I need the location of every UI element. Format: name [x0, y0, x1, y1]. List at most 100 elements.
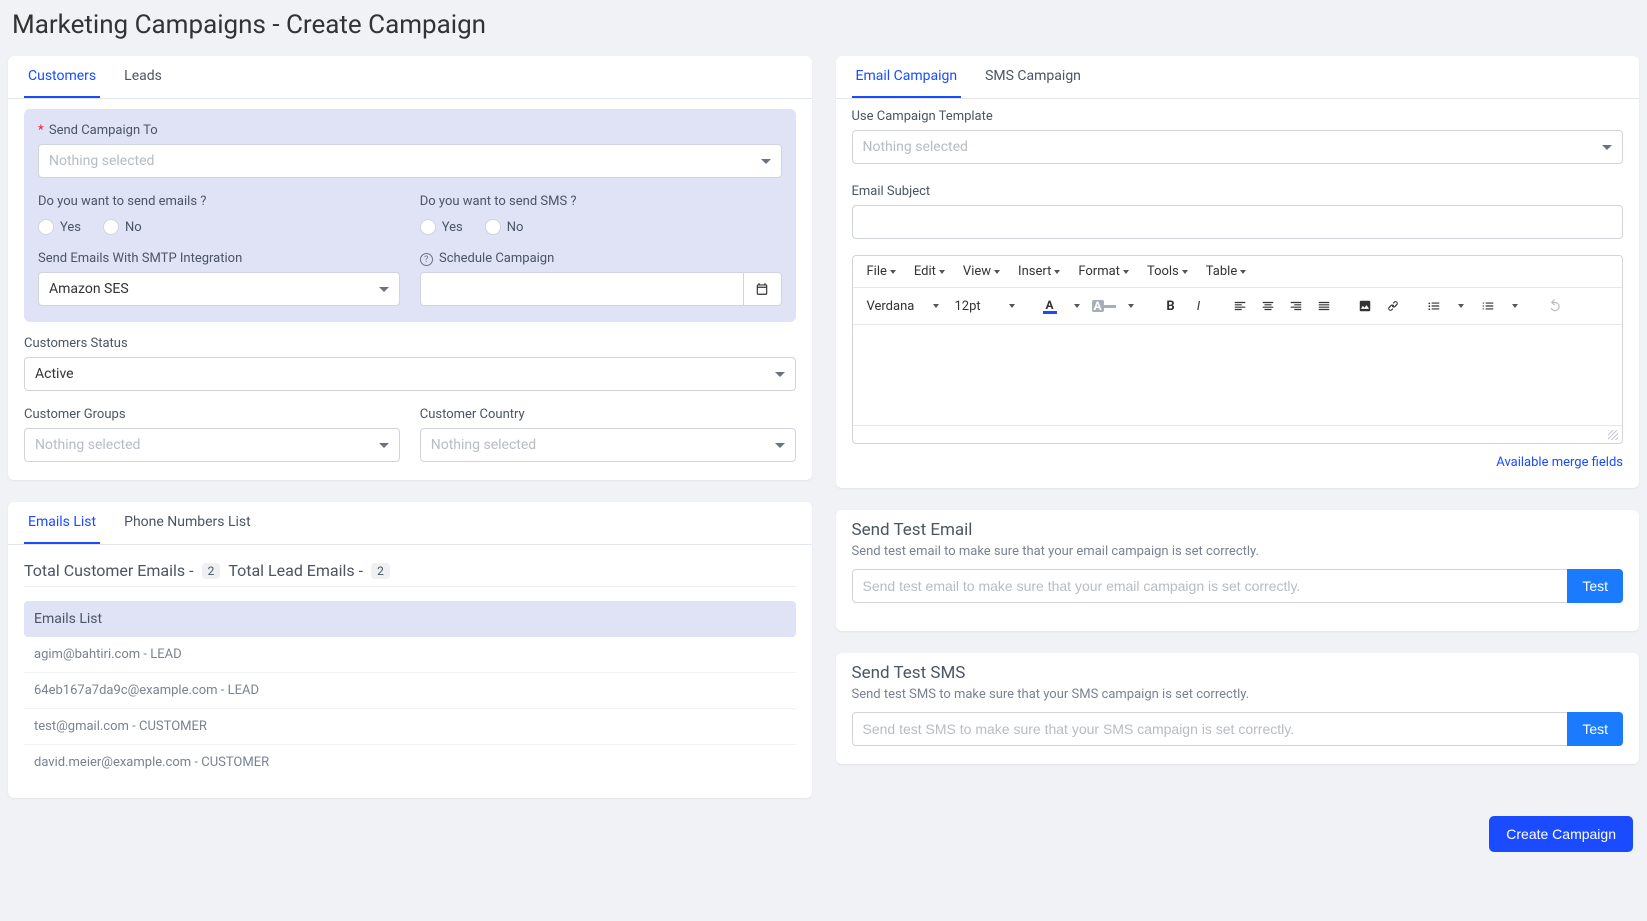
bullet-list-button[interactable]: [1422, 294, 1446, 318]
editor-menu-format-label: Format: [1078, 264, 1120, 279]
chevron-down-icon: [1074, 304, 1080, 308]
send-campaign-to-select[interactable]: Nothing selected: [38, 144, 782, 178]
font-family-select[interactable]: Verdana: [861, 297, 945, 316]
editor-menu-file[interactable]: File: [859, 260, 904, 283]
chevron-down-icon: [1512, 304, 1518, 308]
schedule-label: ? Schedule Campaign: [420, 251, 782, 266]
bullet-list-dropdown[interactable]: [1448, 294, 1472, 318]
editor-menu-insert-label: Insert: [1018, 264, 1051, 279]
send-test-email-button[interactable]: Test: [1567, 569, 1623, 603]
schedule-input[interactable]: [420, 272, 744, 306]
chevron-down-icon: [939, 270, 945, 274]
list-item-tag: LEAD: [150, 647, 181, 662]
total-lead-emails-count: 2: [371, 563, 390, 579]
editor-menu-file-label: File: [867, 264, 887, 279]
email-subject-input[interactable]: [852, 205, 1624, 239]
font-size-select[interactable]: 12pt: [949, 297, 1021, 316]
list-item: 64eb167a7da9c@example.com - LEAD: [24, 673, 796, 709]
chevron-down-icon: [1123, 270, 1129, 274]
align-center-button[interactable]: [1256, 294, 1280, 318]
radio-send-sms-yes[interactable]: Yes: [420, 219, 463, 235]
tab-emails-list[interactable]: Emails List: [24, 502, 100, 544]
customer-groups-select[interactable]: Nothing selected: [24, 428, 400, 462]
use-campaign-template-placeholder: Nothing selected: [863, 139, 968, 155]
editor-menu: File Edit View Insert Format Tools Table: [853, 256, 1623, 288]
send-test-sms-card: Send Test SMS Send test SMS to make sure…: [836, 653, 1640, 764]
align-right-button[interactable]: [1284, 294, 1308, 318]
radio-send-emails-yes[interactable]: Yes: [38, 219, 81, 235]
italic-button[interactable]: I: [1187, 294, 1211, 318]
customer-country-label: Customer Country: [420, 407, 796, 422]
radio-no-label: No: [125, 220, 142, 235]
smtp-value: Amazon SES: [49, 281, 129, 297]
radio-yes-label: Yes: [442, 220, 463, 235]
insert-image-button[interactable]: [1353, 294, 1377, 318]
align-justify-icon: [1317, 299, 1331, 313]
numbered-list-button[interactable]: [1476, 294, 1500, 318]
resize-grip-icon[interactable]: [1608, 430, 1618, 440]
list-item-email: test@gmail.com: [34, 719, 129, 734]
help-icon: ?: [420, 253, 433, 266]
total-customer-emails-count: 2: [202, 563, 221, 579]
list-item: agim@bahtiri.com - LEAD: [24, 637, 796, 673]
align-right-icon: [1289, 299, 1303, 313]
calendar-button[interactable]: [744, 272, 782, 306]
radio-send-emails-no[interactable]: No: [103, 219, 142, 235]
chevron-down-icon: [1054, 270, 1060, 274]
editor-menu-table[interactable]: Table: [1198, 260, 1254, 283]
image-icon: [1358, 299, 1372, 313]
editor-menu-view[interactable]: View: [955, 260, 1008, 283]
customers-status-select[interactable]: Active: [24, 357, 796, 391]
chevron-down-icon: [1240, 270, 1246, 274]
chevron-down-icon: [1009, 304, 1015, 308]
editor-menu-edit-label: Edit: [914, 264, 936, 279]
radio-no-label: No: [507, 220, 524, 235]
tab-phone-numbers-list[interactable]: Phone Numbers List: [120, 502, 255, 544]
tab-customers[interactable]: Customers: [24, 56, 100, 98]
undo-button[interactable]: [1543, 294, 1567, 318]
tab-leads[interactable]: Leads: [120, 56, 166, 98]
tab-sms-campaign[interactable]: SMS Campaign: [981, 56, 1085, 98]
highlight-color-button[interactable]: A: [1092, 294, 1116, 318]
emails-list-header: Emails List: [24, 601, 796, 637]
bold-button[interactable]: B: [1159, 294, 1183, 318]
editor-menu-format[interactable]: Format: [1070, 260, 1137, 283]
list-item-email: agim@bahtiri.com: [34, 647, 140, 662]
rich-text-editor: File Edit View Insert Format Tools Table…: [852, 255, 1624, 444]
insert-link-button[interactable]: [1381, 294, 1405, 318]
align-justify-button[interactable]: [1312, 294, 1336, 318]
list-item-tag: CUSTOMER: [201, 755, 269, 770]
editor-menu-tools[interactable]: Tools: [1139, 260, 1196, 283]
highlight-color-dropdown[interactable]: [1118, 294, 1142, 318]
use-campaign-template-select[interactable]: Nothing selected: [852, 130, 1624, 164]
radio-send-sms-no[interactable]: No: [485, 219, 524, 235]
send-campaign-to-label: * Send Campaign To: [38, 123, 782, 138]
chevron-down-icon: [933, 304, 939, 308]
send-test-sms-desc: Send test SMS to make sure that your SMS…: [852, 687, 1624, 702]
smtp-select[interactable]: Amazon SES: [38, 272, 400, 306]
text-color-button[interactable]: A: [1038, 294, 1062, 318]
create-campaign-button[interactable]: Create Campaign: [1489, 816, 1633, 852]
radio-dot-icon: [485, 219, 501, 235]
send-test-sms-input[interactable]: [852, 712, 1568, 746]
list-item: test@gmail.com - CUSTOMER: [24, 709, 796, 745]
chevron-down-icon: [1182, 270, 1188, 274]
lists-card: Emails List Phone Numbers List Total Cus…: [8, 502, 812, 798]
text-color-dropdown[interactable]: [1064, 294, 1088, 318]
email-subject-label: Email Subject: [852, 184, 1624, 199]
editor-body[interactable]: [853, 325, 1623, 425]
numbered-list-dropdown[interactable]: [1502, 294, 1526, 318]
customer-country-select[interactable]: Nothing selected: [420, 428, 796, 462]
send-test-sms-button[interactable]: Test: [1567, 712, 1623, 746]
required-star: *: [38, 123, 44, 138]
merge-fields-link[interactable]: Available merge fields: [1496, 455, 1623, 470]
send-test-email-input[interactable]: [852, 569, 1568, 603]
send-test-email-title: Send Test Email: [852, 520, 1624, 540]
editor-menu-edit[interactable]: Edit: [906, 260, 953, 283]
tab-email-campaign[interactable]: Email Campaign: [852, 56, 962, 98]
align-left-button[interactable]: [1228, 294, 1252, 318]
email-campaign-card: Email Campaign SMS Campaign Use Campaign…: [836, 56, 1640, 488]
send-test-sms-title: Send Test SMS: [852, 663, 1624, 683]
chevron-down-icon: [761, 159, 771, 164]
editor-menu-insert[interactable]: Insert: [1010, 260, 1068, 283]
